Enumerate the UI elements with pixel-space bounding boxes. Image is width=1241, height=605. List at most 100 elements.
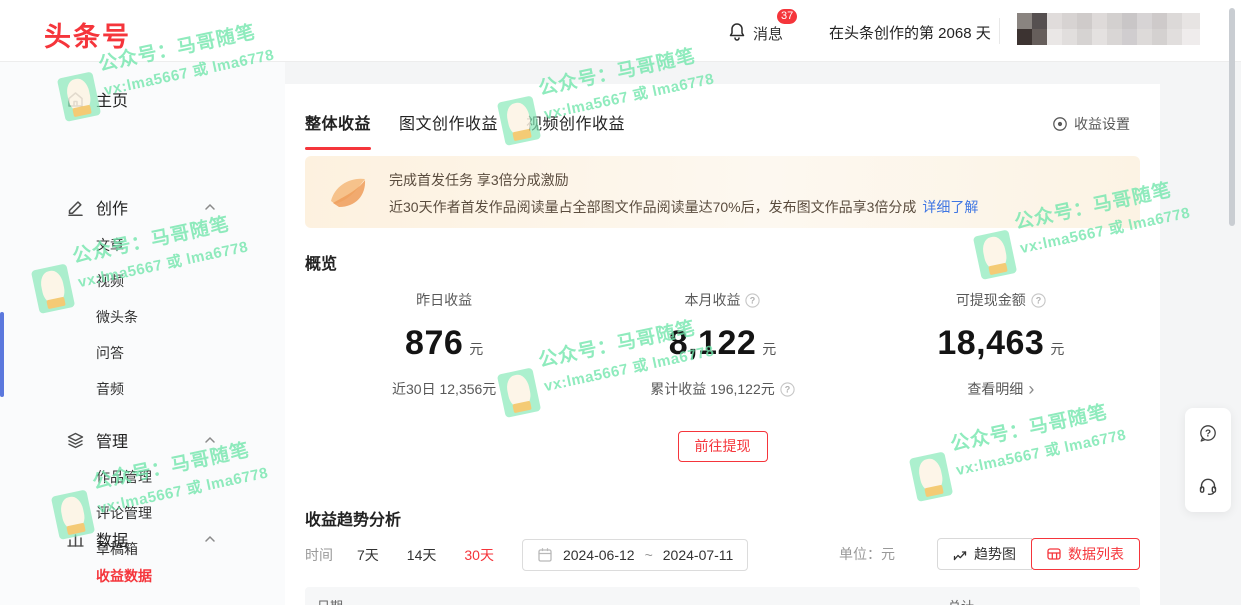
banner-detail-link[interactable]: 详细了解 [922, 199, 978, 215]
sidebar-item-label: 评论管理 [96, 503, 152, 523]
help-icon[interactable]: ? [1031, 293, 1046, 308]
creation-days-text: 在头条创作的第 2068 天 [829, 22, 991, 43]
header-divider [999, 18, 1000, 44]
svg-text:?: ? [750, 295, 756, 305]
page-scrollbar-thumb[interactable] [1229, 8, 1235, 226]
view-details-link[interactable]: 查看明细 › [967, 379, 1034, 399]
home-icon [66, 90, 85, 109]
svg-text:?: ? [1205, 429, 1211, 440]
stat-sub-text: 查看明细 [967, 379, 1023, 399]
sidebar-item-label: 管理 [96, 428, 128, 452]
earnings-settings-button[interactable]: 收益设置 [1052, 114, 1130, 134]
tab-article-earnings[interactable]: 图文创作收益 [399, 110, 498, 150]
notification-bell-icon[interactable] [727, 21, 747, 41]
help-icon[interactable]: ? [745, 293, 760, 308]
sidebar-item-label: 主页 [96, 87, 128, 111]
trend-time-filter: 时间 7天 14天 30天 2024-06-12 ~ 2024-07-11 [305, 539, 748, 571]
help-icon[interactable]: ? [780, 382, 795, 397]
sidebar-item-microheadline[interactable]: 微头条 [0, 307, 285, 329]
range-30days[interactable]: 30天 [464, 545, 494, 565]
stat-sub-text: 累计收益 196,122元 [650, 379, 775, 399]
overview-section-title: 概览 [305, 250, 337, 274]
stat-value: 18,463 [937, 324, 1044, 362]
withdraw-button[interactable]: 前往提现 [678, 431, 768, 462]
earnings-main-card: 整体收益 图文创作收益 视频创作收益 收益设置 完成首发任务 享3倍分成激励 近… [285, 84, 1160, 605]
unit-label: 单位：元 [839, 544, 895, 564]
sidebar-group-manage[interactable] [0, 366, 285, 392]
earnings-tabs: 整体收益 图文创作收益 视频创作收益 [305, 110, 625, 150]
stat-label: 可提现金额 [956, 290, 1026, 310]
chevron-up-icon [203, 433, 217, 447]
stat-month-earnings: 本月收益 ? 8,122 元 累计收益 196,122元 ? [583, 290, 861, 399]
trend-chart-view-button[interactable]: 趋势图 [937, 538, 1032, 570]
help-question-button[interactable]: ? [1185, 408, 1231, 460]
range-7days[interactable]: 7天 [357, 545, 379, 565]
date-start-value: 2024-06-12 [563, 547, 635, 563]
user-account-blurred[interactable] [1017, 13, 1200, 45]
tab-video-earnings[interactable]: 视频创作收益 [526, 110, 625, 150]
chevron-up-icon [203, 200, 217, 214]
data-table-header-row: 日期 总计 [305, 587, 1140, 605]
table-col-date: 日期 [317, 596, 343, 605]
floating-help-panel: ? [1185, 408, 1231, 512]
table-col-total: 总计 [948, 596, 974, 605]
overview-stats: 昨日收益 876元 近30日 12,356元 本月收益 ? 8,122元 累计收… [305, 290, 1140, 399]
banner-decoration-icon [325, 169, 371, 215]
tab-overall-earnings[interactable]: 整体收益 [305, 110, 371, 150]
stat-label: 昨日收益 [416, 290, 472, 310]
sidebar-item-earnings-data[interactable]: 收益数据 [0, 566, 285, 588]
sidebar-nav: 主页 创作 文章 视频 微头条 问答 音频 [0, 62, 285, 605]
layers-icon [66, 431, 85, 450]
line-chart-icon [953, 547, 967, 561]
svg-text:?: ? [784, 384, 790, 394]
sidebar-item-video[interactable]: 视频 [0, 271, 285, 293]
sidebar-scrollbar-thumb[interactable] [0, 312, 4, 397]
stat-sub-text: 近30日 12,356元 [392, 379, 496, 399]
chevron-up-icon [203, 532, 217, 546]
banner-description: 近30天作者首发作品阅读量占全部图文作品阅读量达70%后，发布图文作品享3倍分成… [389, 197, 978, 217]
message-count-badge: 37 [775, 7, 799, 26]
sidebar-item-qa[interactable]: 问答 [0, 343, 285, 365]
range-14days[interactable]: 14天 [407, 545, 437, 565]
svg-text:?: ? [1036, 295, 1042, 305]
bar-chart-icon [66, 530, 85, 549]
sidebar-group-manage[interactable]: 管理 [0, 427, 285, 453]
table-icon [1047, 547, 1061, 561]
date-end-value: 2024-07-11 [663, 547, 734, 563]
trend-section-title: 收益趋势分析 [305, 506, 401, 530]
chart-view-label: 趋势图 [974, 544, 1016, 564]
sidebar-item-home[interactable]: 主页 [0, 86, 285, 112]
sidebar-item-comments-manage[interactable]: 评论管理 [0, 503, 285, 525]
sidebar-item-label: 视频 [96, 271, 124, 291]
stat-label: 本月收益 [684, 290, 740, 310]
pencil-icon [66, 198, 85, 217]
sidebar-group-data[interactable]: 数据 [0, 526, 285, 552]
sidebar-group-create[interactable]: 创作 [0, 194, 285, 220]
sidebar-item-label: 问答 [96, 343, 124, 363]
stat-unit: 元 [1050, 341, 1064, 357]
stat-withdrawable-amount: 可提现金额 ? 18,463 元 查看明细 › [862, 290, 1140, 399]
messages-link[interactable]: 消息 [753, 23, 783, 44]
table-view-label: 数据列表 [1068, 544, 1124, 564]
trend-table-view-button[interactable]: 数据列表 [1031, 538, 1140, 570]
sidebar-item-label: 文章 [96, 235, 124, 255]
stat-unit: 元 [762, 341, 776, 357]
calendar-icon [537, 547, 553, 563]
settings-icon [1052, 116, 1068, 132]
date-range-picker[interactable]: 2024-06-12 ~ 2024-07-11 [522, 539, 748, 571]
sidebar-item-label: 数据 [96, 527, 128, 551]
top-header: 头条号 消息 37 在头条创作的第 2068 天 [0, 0, 1241, 62]
sidebar-item-works-manage[interactable]: 作品管理 [0, 467, 285, 489]
toutiao-logo[interactable]: 头条号 [44, 15, 131, 54]
sidebar-item-article[interactable]: 文章 [0, 235, 285, 257]
sidebar-item-label: 微头条 [96, 307, 138, 327]
sidebar-item-label: 作品管理 [96, 467, 152, 487]
customer-service-headset-button[interactable] [1185, 460, 1231, 512]
stat-value: 8,122 [669, 324, 757, 362]
sidebar-item-label: 创作 [96, 195, 128, 219]
first-publish-task-banner: 完成首发任务 享3倍分成激励 近30天作者首发作品阅读量占全部图文作品阅读量达7… [305, 156, 1140, 228]
stat-unit: 元 [469, 341, 483, 357]
earnings-dashboard-page: 头条号 消息 37 在头条创作的第 2068 天 主页 [0, 0, 1241, 605]
chevron-right-icon: › [1028, 384, 1034, 394]
banner-description-text: 近30天作者首发作品阅读量占全部图文作品阅读量达70%后，发布图文作品享3倍分成 [389, 199, 916, 215]
